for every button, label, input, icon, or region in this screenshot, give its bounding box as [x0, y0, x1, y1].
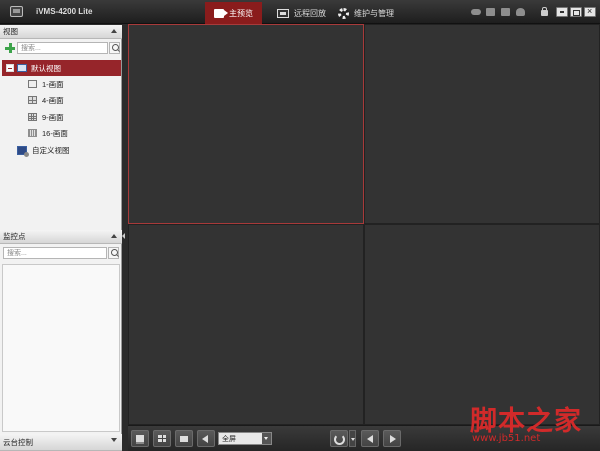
stop-all-button[interactable]	[175, 430, 193, 447]
ptz-section-header[interactable]: 云台控制	[0, 434, 122, 451]
grid-9-icon	[28, 113, 37, 121]
watermark: 脚本之家 www.jb51.net	[470, 399, 600, 451]
monitor-section-header[interactable]: 监控点	[0, 230, 122, 244]
chevron-down-icon[interactable]	[262, 433, 271, 444]
tab-maintenance[interactable]: 维护与管理	[329, 2, 403, 24]
lock-icon[interactable]	[541, 7, 548, 16]
monitor-search-input[interactable]: 搜索...	[3, 247, 107, 259]
collapse-icon[interactable]	[111, 234, 117, 238]
tree-item-1-screen[interactable]: 1-画面	[28, 76, 64, 92]
grid-1-icon	[28, 80, 37, 88]
app-title: iVMS-4200 Lite	[36, 7, 93, 16]
tree-item-default-view[interactable]: 默认视图	[2, 60, 121, 76]
refresh-dropdown-icon[interactable]	[349, 430, 356, 447]
view-icon	[17, 64, 27, 72]
panel-collapse-handle[interactable]	[122, 233, 126, 241]
tab-label: 远程回放	[294, 8, 326, 18]
ptz-section-title: 云台控制	[3, 437, 33, 447]
video-cell-2[interactable]	[364, 24, 600, 224]
save-view-button[interactable]	[131, 430, 149, 447]
video-cell-1[interactable]	[128, 24, 364, 224]
add-view-button[interactable]	[5, 43, 15, 53]
minimize-button[interactable]	[556, 7, 568, 17]
tree-item-label: 默认视图	[31, 63, 61, 73]
tree-item-label: 4-画面	[42, 95, 64, 105]
views-section-header[interactable]: 视图	[0, 25, 122, 39]
tab-label: 维护与管理	[354, 8, 394, 18]
grid-16-icon	[28, 129, 37, 137]
title-bar: iVMS-4200 Lite 主预览 远程回放 维护与管理	[0, 0, 600, 24]
left-panel: 视图 搜索... 默认视图 1-画面 4-画面 9-画面 16-画面 自定义视图…	[0, 25, 122, 451]
tree-item-16-screen[interactable]: 16-画面	[28, 125, 68, 141]
maximize-button[interactable]	[570, 7, 582, 17]
collapse-icon[interactable]	[111, 29, 117, 33]
monitor-point-list[interactable]	[2, 264, 120, 432]
tree-item-label: 自定义视图	[32, 145, 70, 155]
video-grid	[128, 24, 600, 425]
search-icon[interactable]	[108, 247, 119, 259]
search-icon[interactable]	[109, 42, 120, 54]
tab-remote-playback[interactable]: 远程回放	[268, 2, 335, 24]
views-section-title: 视图	[3, 27, 18, 36]
video-cell-4[interactable]	[364, 224, 600, 425]
next-page-button[interactable]	[383, 430, 401, 447]
grid-4-icon	[28, 96, 37, 104]
list-icon[interactable]	[486, 8, 495, 16]
custom-view-icon	[17, 145, 29, 157]
tree-item-label: 16-画面	[42, 128, 68, 138]
image-icon[interactable]	[501, 8, 510, 16]
playback-icon	[277, 8, 289, 18]
user-icon[interactable]	[516, 8, 525, 16]
tree-item-custom-view[interactable]: 自定义视图	[17, 142, 70, 158]
tab-label: 主预览	[229, 8, 253, 18]
volume-button[interactable]	[197, 430, 215, 447]
cloud-icon[interactable]	[471, 9, 481, 15]
collapse-toggle-icon[interactable]	[6, 64, 14, 72]
expand-icon[interactable]	[111, 438, 117, 442]
monitor-section-title: 监控点	[3, 232, 26, 241]
tree-item-9-screen[interactable]: 9-画面	[28, 109, 64, 125]
watermark-url: www.jb51.net	[472, 433, 541, 444]
fullscreen-select-value: 全屏	[222, 435, 236, 443]
camera-icon	[214, 8, 228, 18]
close-button[interactable]	[584, 6, 596, 17]
refresh-button[interactable]	[330, 430, 348, 447]
app-logo-icon	[10, 6, 23, 17]
tree-item-4-screen[interactable]: 4-画面	[28, 92, 64, 108]
fullscreen-select[interactable]: 全屏	[218, 432, 272, 445]
tree-item-label: 1-画面	[42, 79, 64, 89]
previous-page-button[interactable]	[361, 430, 379, 447]
views-search-input[interactable]: 搜索...	[17, 42, 108, 54]
tree-item-label: 9-画面	[42, 112, 64, 122]
video-cell-3[interactable]	[128, 224, 364, 425]
layout-button[interactable]	[153, 430, 171, 447]
gear-icon	[338, 7, 349, 19]
tab-main-preview[interactable]: 主预览	[205, 2, 262, 24]
